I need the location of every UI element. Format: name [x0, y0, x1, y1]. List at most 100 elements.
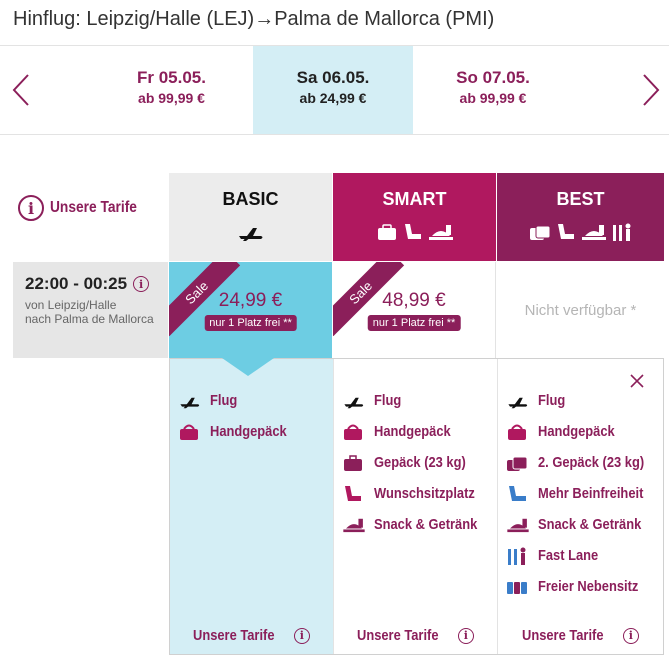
feature-item: Mehr Beinfreiheit — [506, 478, 661, 509]
feature-item: Snack & Getränk — [506, 509, 661, 540]
fare-header-best: BEST — [497, 173, 664, 261]
feature-item: Flug — [178, 385, 299, 416]
flight-time: 22:00 - 00:25 — [25, 274, 128, 293]
handbag-icon — [506, 421, 532, 443]
footer-link-label: Unsere Tarife — [193, 627, 275, 644]
feature-label: Wunschsitzplatz — [374, 485, 475, 502]
seats-left-badge: nur 1 Platz frei ** — [204, 315, 297, 331]
date-option-so[interactable]: So 07.05. ab 99,99 € — [413, 46, 573, 134]
tariff-info-label: Unsere Tarife — [50, 199, 137, 216]
date-selector: Fr 05.05. ab 99,99 € Sa 06.05. ab 24,99 … — [0, 45, 669, 135]
route-from: von Leipzig/Halle — [25, 298, 117, 312]
details-smart: Flug Handgepäck Gepäck (23 kg) Wunschsit… — [333, 359, 497, 654]
selection-pointer — [222, 358, 274, 376]
date-price: ab 99,99 € — [459, 90, 527, 106]
suitcases-icon — [506, 452, 532, 474]
feature-list: Flug Handgepäck Gepäck (23 kg) Wunschsit… — [342, 385, 494, 540]
feature-label: 2. Gepäck (23 kg) — [538, 454, 645, 471]
date-day: Sa 06.05. — [296, 68, 370, 87]
feature-item: Wunschsitzplatz — [342, 478, 494, 509]
footer-link-label: Unsere Tarife — [357, 627, 439, 644]
feature-label: Snack & Getränk — [374, 516, 478, 533]
fare-name: BEST — [556, 189, 605, 209]
prev-date-arrow-icon[interactable] — [8, 72, 34, 108]
plane-icon — [506, 390, 532, 412]
seats-icon — [506, 576, 532, 598]
feature-item: Fast Lane — [506, 540, 661, 571]
fare-name: BASIC — [222, 189, 279, 209]
handbag-icon — [178, 421, 204, 443]
tariff-info-link[interactable]: Unsere Tarife i — [170, 627, 333, 644]
feature-item: Snack & Getränk — [342, 509, 494, 540]
footer-link-label: Unsere Tarife — [522, 627, 604, 644]
route-title: Hinflug: Leipzig/Halle (LEJ)→Palma de Ma… — [13, 8, 495, 30]
plane-icon — [178, 390, 204, 412]
fare-name: SMART — [382, 189, 447, 209]
seat-icon — [404, 224, 421, 239]
flight-route: von Leipzig/Halle nach Palma de Mallorca — [25, 298, 168, 326]
feature-item: Flug — [506, 385, 661, 416]
date-price: ab 24,99 € — [299, 90, 367, 106]
fastlane-icon — [612, 223, 630, 241]
details-best: Flug Handgepäck 2. Gepäck (23 kg) Mehr B… — [497, 359, 663, 654]
date-option-fr[interactable]: Fr 05.05. ab 99,99 € — [90, 46, 253, 134]
plane-icon — [238, 228, 262, 241]
feature-label: Flug — [374, 392, 402, 409]
snack-icon — [506, 514, 532, 536]
price-value: 48,99 € — [382, 290, 446, 311]
feature-label: Mehr Beinfreiheit — [538, 485, 644, 502]
seat-icon — [342, 483, 368, 505]
flight-info: 22:00 - 00:25 i von Leipzig/Halle nach P… — [13, 262, 168, 358]
feature-item: Handgepäck — [178, 416, 299, 447]
info-icon: i — [293, 627, 310, 644]
handbag-icon — [342, 421, 368, 443]
fare-details-panel: Flug Handgepäck Unsere Tarife i Flug Han… — [169, 358, 664, 655]
feature-item: Handgepäck — [342, 416, 494, 447]
feature-item: Freier Nebensitz — [506, 571, 661, 602]
seats-left-badge: nur 1 Platz frei ** — [367, 315, 461, 331]
tariff-info-link[interactable]: Unsere Tarife i — [334, 627, 497, 644]
feature-label: Flug — [210, 392, 238, 409]
snack-icon — [428, 225, 453, 240]
feature-label: Handgepäck — [538, 423, 615, 440]
price-value: 24,99 € — [218, 290, 283, 311]
fastlane-icon — [506, 545, 532, 567]
feature-list: Flug Handgepäck — [178, 385, 299, 447]
fare-header-basic: BASIC — [169, 173, 332, 261]
snack-icon — [581, 225, 606, 240]
feature-item: Flug — [342, 385, 494, 416]
feature-item: Gepäck (23 kg) — [342, 447, 494, 478]
date-option-sa[interactable]: Sa 06.05. ab 24,99 € — [253, 46, 413, 134]
date-price: ab 99,99 € — [138, 90, 205, 106]
feature-label: Handgepäck — [374, 423, 451, 440]
feature-list: Flug Handgepäck 2. Gepäck (23 kg) Mehr B… — [506, 385, 661, 602]
tariff-info-link[interactable]: Unsere Tarife i — [498, 627, 663, 644]
unavailable-label: Nicht verfügbar * — [524, 302, 637, 319]
fare-price-best: Nicht verfügbar * — [497, 262, 664, 358]
fare-price-basic[interactable]: Sale 24,99 € nur 1 Platz frei ** — [169, 262, 332, 358]
bag-icon — [529, 225, 550, 240]
snack-icon — [342, 514, 368, 536]
fare-price-smart[interactable]: Sale 48,99 € nur 1 Platz frei ** — [333, 262, 496, 358]
bag-icon — [377, 224, 396, 240]
tariff-info-link[interactable]: i Unsere Tarife — [18, 195, 151, 221]
flight-info-icon[interactable]: i — [133, 276, 150, 292]
suitcase-icon — [342, 452, 368, 474]
feature-label: Gepäck (23 kg) — [374, 454, 466, 471]
plane-icon — [342, 390, 368, 412]
flight-time-row: 22:00 - 00:25 i — [25, 274, 168, 294]
route-to: nach Palma de Mallorca — [25, 312, 154, 326]
feature-item: Handgepäck — [506, 416, 661, 447]
info-icon: i — [18, 195, 44, 221]
feature-label: Fast Lane — [538, 547, 599, 564]
feature-item: 2. Gepäck (23 kg) — [506, 447, 661, 478]
feature-label: Handgepäck — [210, 423, 287, 440]
feature-label: Snack & Getränk — [538, 516, 642, 533]
next-date-arrow-icon[interactable] — [638, 72, 664, 108]
details-basic: Flug Handgepäck Unsere Tarife i — [170, 359, 333, 654]
seat-icon — [557, 224, 574, 239]
info-icon: i — [457, 627, 474, 644]
date-day: So 07.05. — [456, 68, 530, 87]
date-day: Fr 05.05. — [137, 68, 206, 87]
info-icon: i — [622, 627, 639, 644]
